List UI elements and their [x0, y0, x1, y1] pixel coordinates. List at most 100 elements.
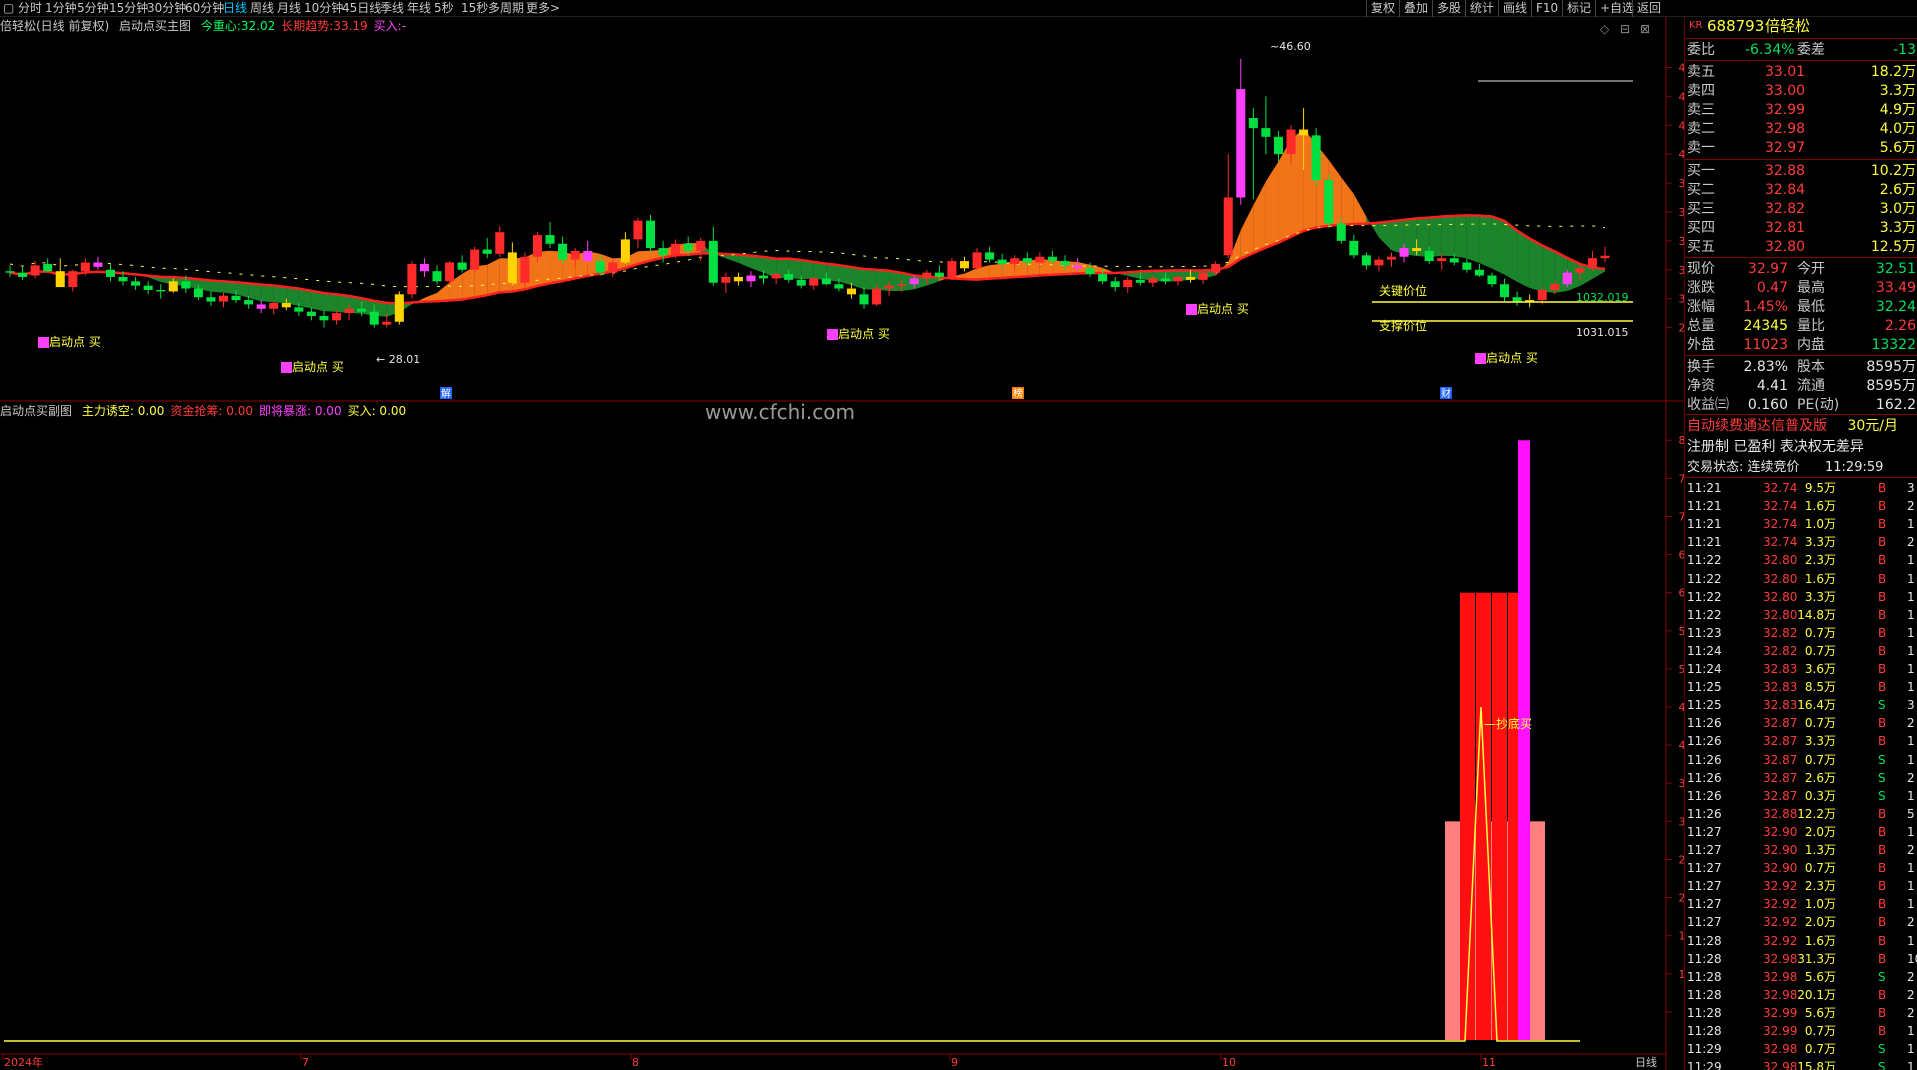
period-tab-14[interactable]: 15秒: [461, 0, 488, 17]
tick-side: B: [1878, 553, 1887, 568]
tick-volume: 3.3万: [1804, 589, 1836, 604]
trend-ribbon-seg: [1240, 205, 1254, 259]
ask-price-1: 33.00: [1765, 83, 1806, 99]
quote-panel: KR 688793 倍轻松 委比 -6.34% 委差 -13 卖五 33.01 18.2万 卖四 33…: [1684, 17, 1917, 1070]
ask-label-4: 卖一: [1687, 140, 1715, 156]
trade-state: 交易状态: 连续竞价: [1687, 460, 1800, 475]
tick-count: 2: [1907, 969, 1915, 984]
quote-separator: [1685, 159, 1917, 160]
tick-volume: 12.2万: [1797, 806, 1836, 821]
period-tab-13[interactable]: 5秒: [434, 0, 454, 17]
candle-body: [545, 235, 555, 244]
tick-price: 32.98: [1763, 969, 1798, 984]
candle-body: [859, 294, 869, 305]
period-tab-0[interactable]: 分时: [18, 0, 42, 17]
tick-row: 11:25 32.83 16.4万 S 3: [1685, 696, 1917, 714]
candle-body: [1537, 289, 1547, 301]
tick-volume: 0.7万: [1804, 861, 1836, 876]
period-tab-1[interactable]: 1分钟: [45, 0, 77, 17]
period-tab-8[interactable]: 月线: [277, 0, 301, 17]
toolbar-btn-5[interactable]: F10: [1531, 0, 1562, 17]
candle-body: [181, 281, 191, 289]
stat2-value2-1: 8595万: [1866, 378, 1916, 394]
period-tab-4[interactable]: 30分钟: [147, 0, 186, 17]
ask-label-2: 卖三: [1687, 102, 1715, 118]
trend-ribbon-seg: [838, 265, 852, 286]
period-tab-12[interactable]: 年线: [407, 0, 431, 17]
tick-side: B: [1878, 879, 1887, 894]
stat2-label2-1: 流通: [1797, 378, 1825, 394]
chart-area[interactable]: 46.0044.0042.0040.0038.0036.0034.0032.00…: [0, 17, 1684, 1070]
toolbar-btn-6[interactable]: 标记: [1562, 0, 1595, 17]
tick-price: 32.80: [1763, 589, 1798, 604]
tick-time: 11:27: [1687, 824, 1722, 839]
period-tab-16[interactable]: 更多>: [526, 0, 560, 17]
period-tab-11[interactable]: 季线: [380, 0, 404, 17]
candle-body: [1512, 297, 1522, 302]
tick-row: 11:27 32.90 1.3万 B 2: [1685, 841, 1917, 859]
tick-price: 32.99: [1763, 1024, 1798, 1038]
tick-time: 11:29: [1687, 1060, 1722, 1070]
bid-label-2: 买三: [1687, 201, 1715, 217]
tick-count: 3: [1907, 481, 1915, 495]
bid-label-1: 买二: [1687, 182, 1715, 198]
period-tab-5[interactable]: 60分钟: [185, 0, 224, 17]
candle-body: [1148, 278, 1158, 283]
tick-side: B: [1878, 662, 1887, 676]
key-price-label: 关键价位: [1379, 283, 1427, 298]
weicha-label: 委差: [1797, 42, 1825, 58]
stat-label1-0: 现价: [1687, 261, 1715, 277]
candle-body: [909, 278, 919, 285]
period-tab-2[interactable]: 5分钟: [77, 0, 109, 17]
bid-price-4: 32.80: [1765, 239, 1806, 255]
tick-time: 11:24: [1687, 662, 1722, 676]
tick-side: B: [1878, 517, 1887, 532]
toolbar-btn-4[interactable]: 画线: [1498, 0, 1531, 17]
buy-marker-1: [281, 362, 292, 373]
tick-side: B: [1878, 589, 1887, 604]
tick-count: 1: [1907, 607, 1915, 622]
bid-vol-1: 2.6万: [1879, 182, 1916, 198]
toolbar-btn-2[interactable]: 多股: [1432, 0, 1465, 17]
tick-volume: 1.0万: [1804, 897, 1836, 912]
toolbar-btn-1[interactable]: 叠加: [1399, 0, 1432, 17]
tick-count: 2: [1907, 843, 1915, 857]
tick-count: 1: [1907, 752, 1915, 767]
period-tab-9[interactable]: 10分钟: [304, 0, 343, 17]
candle-body: [1110, 281, 1120, 288]
sub-indicator-name[interactable]: 启动点买副图: [0, 404, 72, 418]
ask-row-4: 卖一 32.97 5.6万: [1685, 139, 1917, 157]
period-tab-6[interactable]: 日线: [223, 0, 247, 17]
trend-ribbon-seg: [1353, 194, 1367, 225]
tick-price: 32.92: [1763, 933, 1798, 948]
period-tab-10[interactable]: 45日线: [342, 0, 381, 17]
tick-row: 11:26 32.87 0.7万 S 1: [1685, 751, 1917, 769]
tick-count: 1: [1907, 571, 1915, 586]
bid-row-3: 买四 32.81 3.3万: [1685, 219, 1917, 237]
period-tab-15[interactable]: 多周期: [488, 0, 524, 17]
menu-square-icon[interactable]: ▢: [3, 0, 14, 17]
candle-body: [683, 243, 693, 251]
trend-ribbon-seg: [236, 282, 249, 298]
candle-body: [407, 263, 417, 295]
stat-row-0: 现价 32.97 今开 32.51: [1685, 260, 1917, 278]
toolbar-btn-3[interactable]: 统计: [1465, 0, 1498, 17]
tick-time: 11:27: [1687, 843, 1722, 857]
period-tab-7[interactable]: 周线: [250, 0, 274, 17]
period-tab-3[interactable]: 15分钟: [109, 0, 148, 17]
tick-row: 11:21 32.74 3.3万 B 2: [1685, 533, 1917, 551]
stat-label2-0: 今开: [1797, 261, 1825, 277]
stat2-value1-1: 4.41: [1756, 378, 1788, 394]
tick-volume: 15.8万: [1797, 1060, 1836, 1070]
tick-time: 11:27: [1687, 915, 1722, 930]
candle-body: [143, 285, 153, 290]
main-indicator-name[interactable]: 启动点买主图: [119, 19, 191, 33]
toolbar-btn-0[interactable]: 复权: [1366, 0, 1399, 17]
tick-time: 11:28: [1687, 987, 1722, 1002]
tick-side: S: [1878, 698, 1886, 713]
tick-side: B: [1878, 897, 1887, 912]
tick-row: 11:22 32.80 2.3万 B 1: [1685, 551, 1917, 569]
stat-value1-3: 24345: [1743, 318, 1788, 334]
toolbar-btn-8[interactable]: 返回: [1632, 0, 1665, 17]
candle-body: [1361, 255, 1371, 266]
